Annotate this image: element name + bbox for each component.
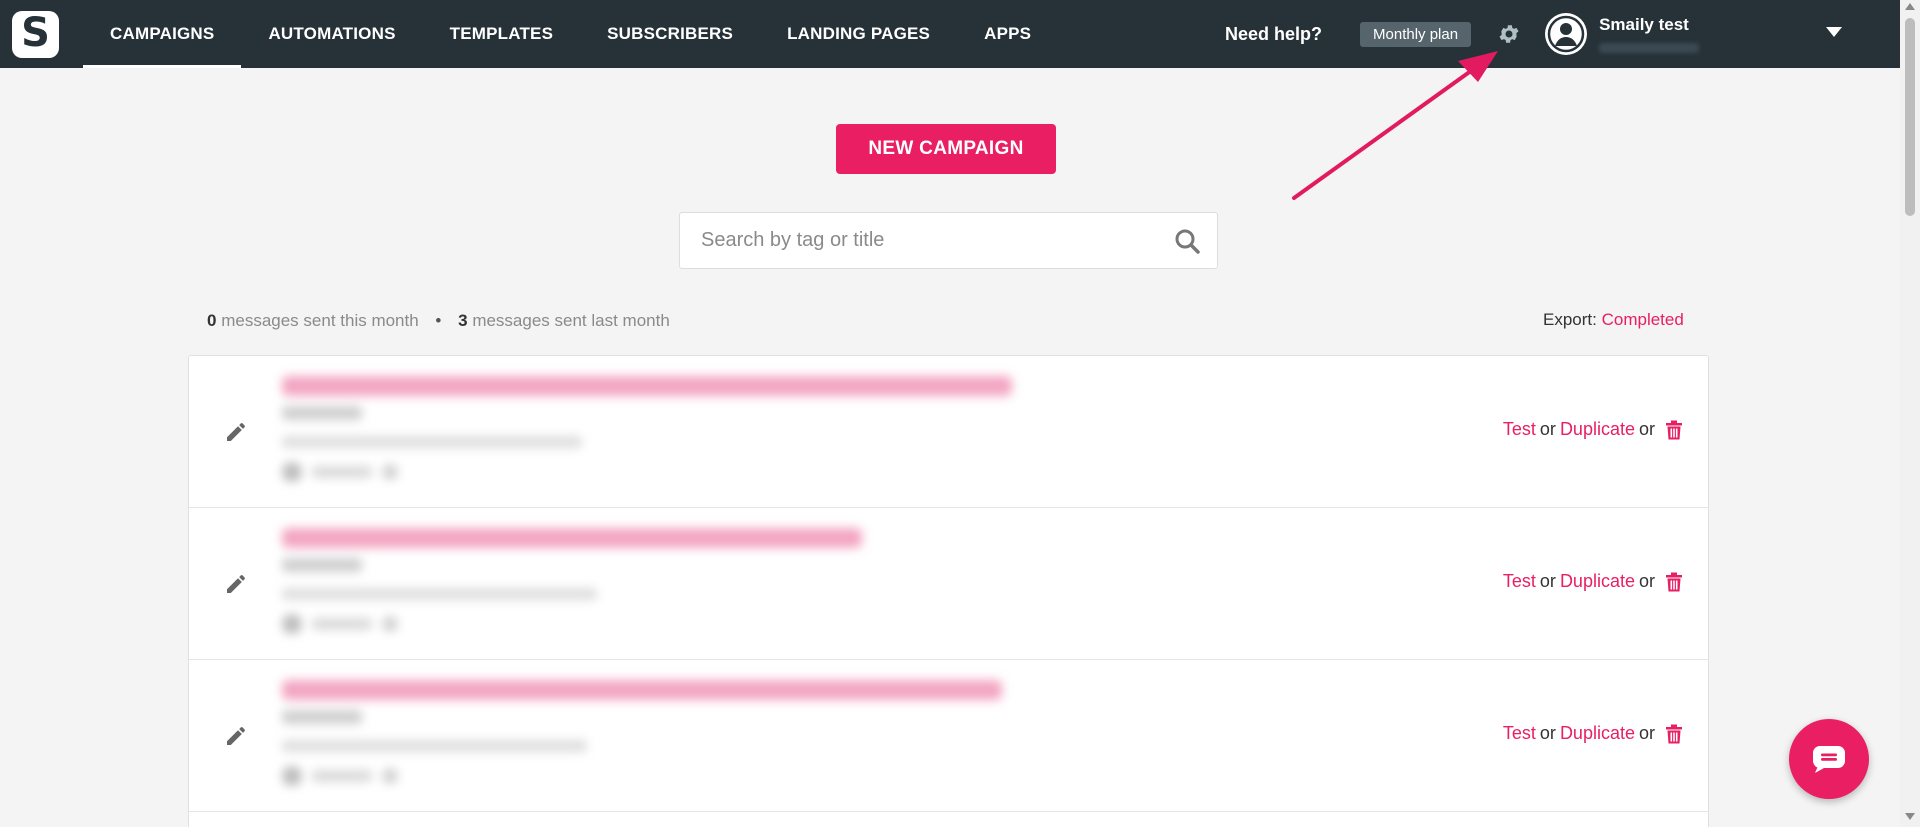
campaign-details-redacted[interactable] xyxy=(282,528,862,634)
pencil-icon[interactable] xyxy=(224,724,248,748)
campaign-row: Test or Duplicate or xyxy=(189,660,1708,812)
chat-bubble-icon xyxy=(1813,746,1845,773)
chevron-down-icon[interactable] xyxy=(1826,27,1842,37)
message-stats: 0 messages sent this month • 3 messages … xyxy=(207,311,670,331)
duplicate-link[interactable]: Duplicate xyxy=(1560,571,1635,592)
plan-badge[interactable]: Monthly plan xyxy=(1360,21,1472,47)
trash-icon[interactable] xyxy=(1665,420,1683,440)
pencil-icon[interactable] xyxy=(224,572,248,596)
or-text: or xyxy=(1638,571,1655,591)
nav-item-templates[interactable]: TEMPLATES xyxy=(423,0,581,68)
trash-icon[interactable] xyxy=(1665,572,1683,592)
user-name: Smaily test xyxy=(1599,15,1689,34)
top-navigation-bar: S CAMPAIGNS AUTOMATIONS TEMPLATES SUBSCR… xyxy=(0,0,1900,68)
nav-item-subscribers[interactable]: SUBSCRIBERS xyxy=(580,0,760,68)
need-help-link[interactable]: Need help? xyxy=(1225,24,1322,45)
or-text: or xyxy=(1638,723,1655,743)
nav-item-apps[interactable]: APPS xyxy=(957,0,1058,68)
smaily-logo[interactable]: S xyxy=(12,10,59,58)
test-link[interactable]: Test xyxy=(1503,571,1536,592)
page-scrollbar[interactable] xyxy=(1900,0,1920,827)
campaign-details-redacted[interactable] xyxy=(282,680,1002,786)
gear-icon[interactable] xyxy=(1496,21,1522,47)
chat-widget-button[interactable] xyxy=(1789,719,1869,799)
export-completed-link[interactable]: Completed xyxy=(1602,310,1684,329)
trash-icon[interactable] xyxy=(1665,724,1683,744)
nav-item-landing-pages[interactable]: LANDING PAGES xyxy=(760,0,957,68)
sent-last-month-count: 3 xyxy=(458,311,468,330)
test-link[interactable]: Test xyxy=(1503,419,1536,440)
campaign-details-redacted[interactable] xyxy=(282,376,1012,482)
new-campaign-button[interactable]: NEW CAMPAIGN xyxy=(836,124,1056,174)
sent-this-month-count: 0 xyxy=(207,311,217,330)
search-box xyxy=(679,212,1218,269)
campaign-actions: Test or Duplicate or xyxy=(1503,571,1683,592)
search-input[interactable] xyxy=(680,213,1157,268)
or-text: or xyxy=(1539,571,1556,591)
duplicate-link[interactable]: Duplicate xyxy=(1560,419,1635,440)
sent-this-month-label: messages sent this month xyxy=(221,311,419,330)
campaign-list: Test or Duplicate or Test or Duplicate o… xyxy=(188,355,1709,827)
campaign-row: Test or Duplicate or xyxy=(189,356,1708,508)
duplicate-link[interactable]: Duplicate xyxy=(1560,723,1635,744)
scroll-up-icon[interactable] xyxy=(1905,3,1915,10)
export-status: Export: Completed xyxy=(1543,310,1684,330)
search-icon[interactable] xyxy=(1157,228,1217,254)
sent-last-month-label: messages sent last month xyxy=(472,311,670,330)
user-email-redacted xyxy=(1599,43,1700,53)
or-text: or xyxy=(1638,419,1655,439)
pencil-icon[interactable] xyxy=(224,420,248,444)
scrollbar-thumb[interactable] xyxy=(1905,18,1915,216)
main-nav: CAMPAIGNS AUTOMATIONS TEMPLATES SUBSCRIB… xyxy=(83,0,1058,68)
or-text: or xyxy=(1539,723,1556,743)
nav-item-automations[interactable]: AUTOMATIONS xyxy=(241,0,422,68)
user-avatar-icon[interactable] xyxy=(1545,13,1588,55)
stats-separator: • xyxy=(435,311,442,330)
logo-letter: S xyxy=(21,10,50,56)
campaign-row: Test or Duplicate or xyxy=(189,508,1708,660)
user-menu[interactable]: Smaily test xyxy=(1599,15,1700,53)
campaign-actions: Test or Duplicate or xyxy=(1503,723,1683,744)
nav-right: Need help? Monthly plan Smaily test xyxy=(1225,0,1700,68)
export-label: Export: xyxy=(1543,310,1597,329)
test-link[interactable]: Test xyxy=(1503,723,1536,744)
nav-item-campaigns[interactable]: CAMPAIGNS xyxy=(83,0,242,68)
campaign-actions: Test or Duplicate or xyxy=(1503,419,1683,440)
scroll-down-icon[interactable] xyxy=(1905,813,1915,820)
or-text: or xyxy=(1539,419,1556,439)
